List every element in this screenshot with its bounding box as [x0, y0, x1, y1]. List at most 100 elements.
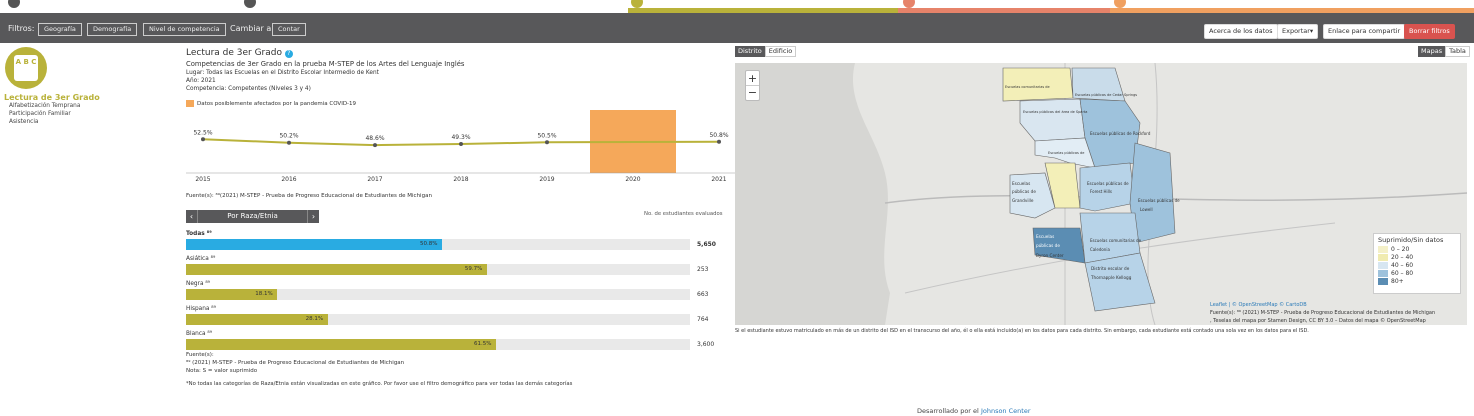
about-data-button[interactable]: Acerca de los datos [1204, 24, 1278, 39]
tab-distrito[interactable]: Distrito [735, 46, 765, 57]
zoom-out-button[interactable]: − [746, 86, 759, 100]
footer-text: Desarrollado por el [917, 407, 979, 415]
map-canvas[interactable] [735, 63, 1467, 325]
info-icon[interactable]: ? [284, 50, 293, 58]
chart-meta-year: Año: 2021 [186, 78, 216, 84]
region-label: Grandville [1012, 198, 1034, 203]
chevron-right-icon[interactable]: › [307, 210, 319, 223]
tab-icon-2[interactable] [244, 0, 256, 8]
race-selector[interactable]: ‹ Por Raza/Etnia › [186, 210, 319, 223]
district-region[interactable] [1084, 252, 1156, 312]
data-point[interactable] [545, 140, 549, 145]
legend-row: 80+ [1378, 277, 1456, 285]
bar-count: 5,650 [697, 241, 716, 248]
tab-icon-5[interactable] [1114, 0, 1126, 8]
johnson-center-link[interactable]: Johnson Center [981, 407, 1031, 415]
filter-demografia-button[interactable]: Demografía [87, 23, 138, 36]
bar-track[interactable]: 18.1% [186, 289, 690, 300]
data-point[interactable] [201, 137, 205, 142]
tab-icon-3[interactable] [631, 0, 643, 8]
region-label: Escuelas [1036, 234, 1055, 239]
legend-swatch [1378, 261, 1388, 269]
lake-shape [735, 63, 890, 325]
share-link-button[interactable]: Enlace para compartir [1323, 24, 1406, 39]
bar-value-label: 50.8% [420, 241, 438, 247]
footer: Desarrollado por el Johnson Center [917, 407, 1031, 415]
count-toggle-button[interactable]: Contar [272, 23, 306, 36]
region-label: Forest Hills [1090, 189, 1112, 194]
legend-swatch [1378, 245, 1388, 253]
chart-source: Fuente(s): ⁸⁹(2021) M-STEP - Prueba de P… [186, 193, 432, 199]
data-point[interactable] [459, 142, 463, 147]
bar-track[interactable]: 50.8% [186, 239, 690, 250]
bar-track[interactable]: 28.1% [186, 314, 690, 325]
filters-label: Filtros: [8, 24, 35, 33]
district-region[interactable] [1009, 172, 1056, 219]
region-label: Thornapple Kellogg [1091, 275, 1132, 280]
chart-subtitle: Competencias de 3er Grado en la prueba M… [186, 60, 465, 68]
region-label: Escuelas comunitarias de [1005, 85, 1050, 89]
export-button[interactable]: Exportar▾ [1277, 24, 1319, 39]
filter-bar: Filtros: Geografía Demografía Nivel de c… [0, 13, 1474, 43]
x-tick-label: 2019 [539, 176, 554, 183]
map-legend: Suprimido/Sin datos 0 – 20 20 – 40 40 – … [1373, 233, 1461, 294]
legend-swatch [1378, 253, 1388, 261]
sidebar-title[interactable]: Lectura de 3er Grado [4, 93, 100, 102]
map-tiles: , Teselas del mapa por Stamen Design, CC… [1210, 318, 1426, 324]
district-region[interactable] [1019, 98, 1086, 142]
map-note: Si el estudiante estuvo matriculado en m… [735, 328, 1309, 334]
legend-row: 40 – 60 [1378, 261, 1456, 269]
data-point[interactable] [717, 139, 721, 144]
tab-icon-1[interactable] [8, 0, 20, 8]
tab-icon-4[interactable] [903, 0, 915, 8]
map-attribution[interactable]: Leaflet | © OpenStreetMap © CartoDB [1210, 302, 1307, 308]
map-source: Fuente(s): ⁸⁹ (2021) M-STEP - Prueba de … [1210, 310, 1436, 316]
data-label: 48.6% [365, 135, 384, 142]
tab-tabla[interactable]: Tabla [1445, 46, 1470, 57]
bar-fill [186, 264, 487, 275]
bar-fill [186, 339, 496, 350]
bar-value-label: 28.1% [305, 316, 324, 322]
bar-label: Blanca ⁸⁹ [186, 331, 213, 337]
district-map[interactable]: + − Escuelas comunitarias de Escuelas pú… [735, 63, 1467, 325]
x-tick-label: 2018 [453, 176, 468, 183]
x-tick-label: 2016 [281, 176, 296, 183]
data-point[interactable] [373, 143, 377, 148]
region-label: Escuelas públicas de [1087, 181, 1129, 186]
tab-mapas[interactable]: Mapas [1418, 46, 1446, 57]
legend-label: 0 – 20 [1391, 245, 1410, 253]
trend-line-chart: 52.5% 2015 50.2% 2016 48.6% 2017 49.3% 2018 50.5… [186, 110, 736, 183]
legend-row: 60 – 80 [1378, 269, 1456, 277]
sidebar-item-alfabetizacion[interactable]: Alfabetización Temprana [9, 103, 80, 109]
bar-count: 253 [697, 266, 709, 273]
filter-geografia-button[interactable]: Geografía [38, 23, 82, 36]
tab-edificio[interactable]: Edificio [764, 46, 797, 57]
x-tick-label: 2017 [367, 176, 382, 183]
count-header: No. de estudiantes evaluados [644, 211, 723, 217]
map-view-tabs: Mapas Tabla [1418, 46, 1470, 57]
reading-logo-icon: A B C [5, 47, 47, 89]
race-source: ⁸⁹ (2021) M-STEP - Prueba de Progreso Ed… [186, 360, 405, 366]
district-region[interactable] [1079, 162, 1136, 212]
x-tick-label: 2020 [625, 176, 640, 183]
legend-label: 40 – 60 [1391, 261, 1414, 269]
chevron-left-icon[interactable]: ‹ [186, 210, 198, 223]
sidebar-item-asistencia[interactable]: Asistencia [9, 119, 38, 125]
legend-row: 20 – 40 [1378, 253, 1456, 261]
bar-track[interactable]: 59.7% [186, 264, 690, 275]
top-tab-strip [0, 0, 1474, 13]
bar-track[interactable]: 61.5% [186, 339, 690, 350]
zoom-in-button[interactable]: + [746, 71, 759, 86]
bar-count: 663 [697, 291, 709, 298]
region-label: Distrito escolar de [1091, 266, 1130, 271]
data-label: 50.5% [537, 132, 556, 139]
region-label: Escuelas públicas de Cedar Springs [1075, 93, 1138, 97]
clear-filters-button[interactable]: Borrar filtros [1404, 24, 1455, 39]
data-point[interactable] [287, 140, 291, 145]
sidebar-item-participacion[interactable]: Participación Familiar [9, 111, 71, 117]
data-label: 49.3% [451, 134, 470, 141]
race-footnote: *No todas las categorías de Raza/Etnia e… [186, 381, 573, 387]
bar-label: Hispana ⁸⁹ [186, 306, 216, 312]
legend-label: 60 – 80 [1391, 269, 1414, 277]
filter-nivel-button[interactable]: Nivel de competencia [143, 23, 226, 36]
